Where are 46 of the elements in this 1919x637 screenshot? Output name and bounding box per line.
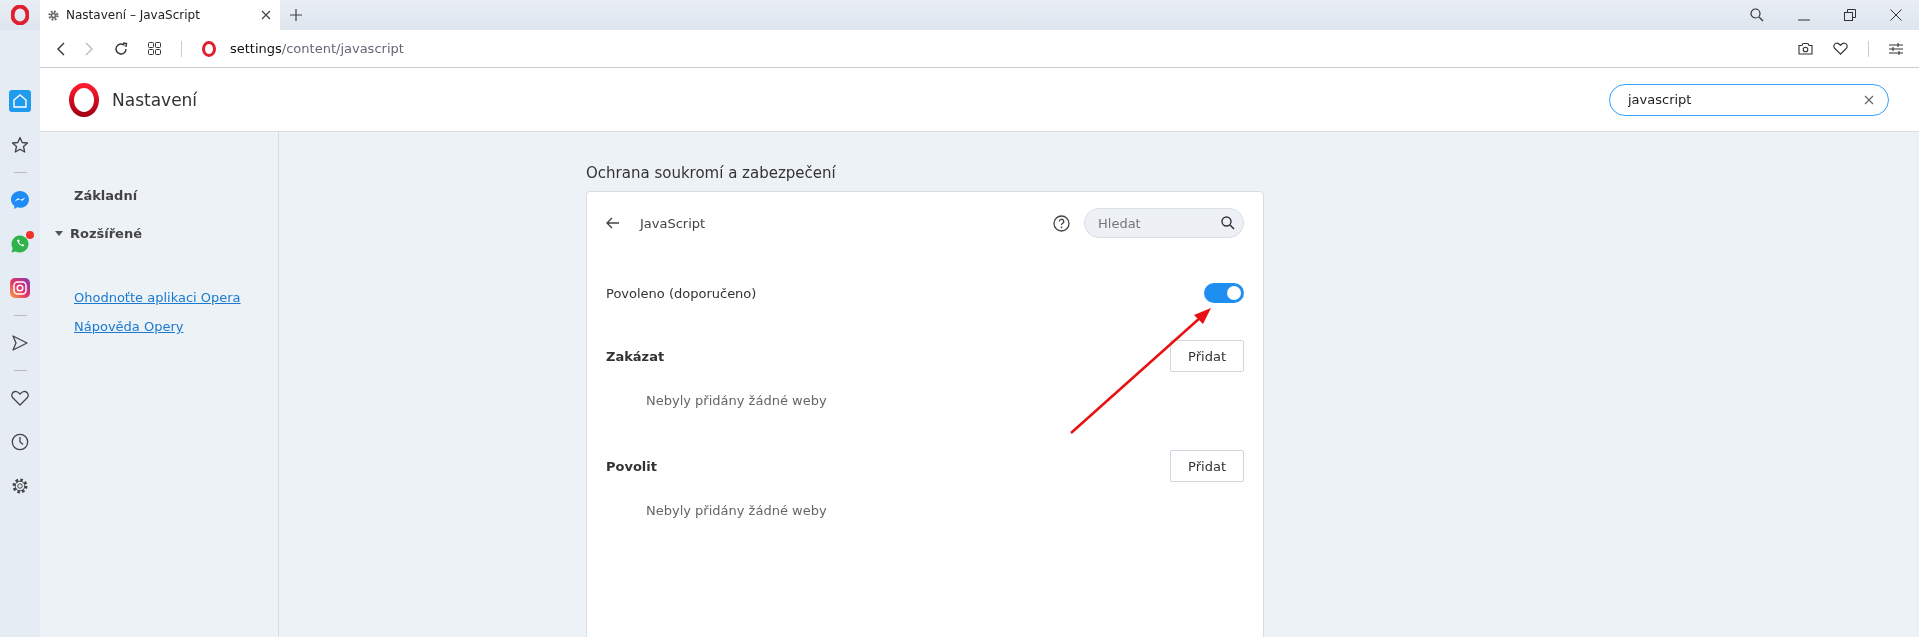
opera-logo-icon — [69, 82, 99, 117]
instagram-icon[interactable] — [9, 277, 31, 299]
messenger-icon[interactable] — [9, 189, 31, 211]
gear-icon — [47, 8, 60, 22]
setting-label: Povoleno (doporučeno) — [606, 285, 757, 301]
star-icon[interactable] — [9, 134, 31, 156]
new-tab-icon[interactable] — [290, 9, 302, 21]
search-field[interactable]: Hledat — [1084, 208, 1244, 238]
section-title: Ochrana soukromí a zabezpečení — [586, 164, 837, 184]
close-icon[interactable] — [261, 10, 271, 20]
restore-icon[interactable] — [1844, 9, 1856, 21]
tab-title: Nastavení – JavaScript — [66, 8, 201, 22]
search-icon[interactable] — [1221, 216, 1235, 230]
home-icon[interactable] — [9, 90, 31, 112]
sliders-icon[interactable] — [1889, 42, 1903, 55]
back-icon[interactable] — [56, 41, 65, 56]
clear-icon[interactable] — [1864, 94, 1874, 105]
caret-icon[interactable] — [55, 230, 63, 236]
grid-icon[interactable] — [148, 42, 161, 55]
search-field[interactable]: javascript — [1609, 83, 1889, 116]
search-icon[interactable] — [1750, 8, 1764, 22]
list-title: Povolit — [606, 458, 657, 474]
clock-icon[interactable] — [9, 431, 31, 453]
add-button[interactable]: Přidat — [1170, 450, 1244, 482]
empty-message: Nebyly přidány žádné weby — [645, 392, 828, 410]
list-title: Zakázat — [606, 348, 665, 364]
whatsapp-icon[interactable] — [9, 233, 31, 255]
reload-icon[interactable] — [114, 41, 128, 56]
opera-logo-icon[interactable] — [11, 5, 29, 25]
back-arrow-icon[interactable] — [606, 217, 620, 229]
help-link[interactable]: Nápověda Opery — [74, 319, 278, 334]
address-field[interactable]: settings/content/javascript — [230, 41, 404, 56]
help-link[interactable]: Ohodnoťte aplikaci Opera — [74, 290, 278, 305]
help-icon[interactable] — [1053, 214, 1070, 232]
opera-logo-icon — [202, 40, 216, 57]
nav-item[interactable]: Rozšířené — [70, 225, 142, 241]
close-icon[interactable] — [1890, 9, 1902, 21]
camera-icon[interactable] — [1798, 42, 1813, 55]
card-title: JavaScript — [640, 215, 706, 231]
add-button[interactable]: Přidat — [1170, 340, 1244, 372]
heart-icon[interactable] — [1833, 42, 1848, 55]
empty-message: Nebyly přidány žádné weby — [645, 502, 828, 520]
toggle-switch[interactable] — [1204, 283, 1244, 303]
nav-item[interactable]: Základní — [74, 187, 138, 203]
page-title: Nastavení — [112, 89, 198, 110]
browser-tab[interactable]: Nastavení – JavaScript — [40, 0, 280, 30]
